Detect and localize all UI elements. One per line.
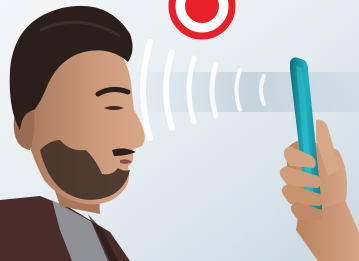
photo-scene [0,0,359,261]
signal-band [140,72,359,112]
illustration [0,0,359,261]
